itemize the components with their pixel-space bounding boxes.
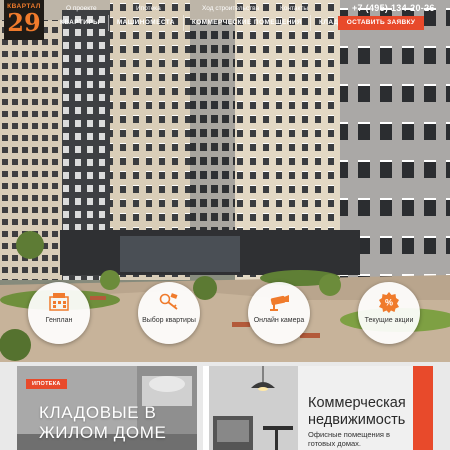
- discount-icon: %: [378, 291, 400, 313]
- mortgage-tag: ИПОТЕКА: [26, 379, 67, 389]
- page: КВАРТАЛ 29 О проекте Ипотека Ход строите…: [0, 0, 450, 450]
- promotions-label: Текущие акции: [364, 317, 414, 324]
- storage-banner[interactable]: ИПОТЕКА КЛАДОВЫЕ В ЖИЛОМ ДОМЕ: [17, 366, 197, 450]
- logo-number: 29: [7, 8, 41, 37]
- camera-icon: [268, 291, 290, 313]
- genplan-button[interactable]: Генплан: [28, 282, 90, 344]
- nav-item-apartments[interactable]: КВАРТИРЫ: [52, 15, 109, 31]
- keys-icon: [158, 291, 180, 313]
- online-camera-label: Онлайн камера: [253, 317, 305, 324]
- nav-item-commercial[interactable]: КОММЕРЧЕСКИЕ ПОМЕЩЕНИЯ: [184, 15, 312, 31]
- request-button[interactable]: ОСТАВИТЬ ЗАЯВКУ: [338, 16, 424, 30]
- phone-number[interactable]: +7 (495) 134-20-26: [352, 3, 435, 13]
- apartment-select-label: Выбор квартиры: [142, 317, 196, 324]
- topnav-item-contacts[interactable]: Контакты: [280, 5, 320, 12]
- genplan-icon: [48, 291, 70, 313]
- online-camera-button[interactable]: Онлайн камера: [248, 282, 310, 344]
- hero-section: КВАРТАЛ 29 О проекте Ипотека Ход строите…: [0, 0, 450, 362]
- commercial-banner-subtitle: Офисные помещения в готовых домах.: [308, 430, 391, 448]
- topnav-item-construction[interactable]: Ход строительства: [202, 5, 280, 12]
- apartment-select-button[interactable]: Выбор квартиры: [138, 282, 200, 344]
- topnav-item-about[interactable]: О проекте: [66, 5, 136, 12]
- genplan-label: Генплан: [45, 317, 73, 324]
- svg-text:%: %: [385, 298, 393, 308]
- topnav-item-mortgage[interactable]: Ипотека: [136, 5, 202, 12]
- nav-item-parking[interactable]: МАШИНОМЕСТА: [109, 15, 184, 31]
- logo[interactable]: КВАРТАЛ 29: [4, 0, 44, 40]
- commercial-banner-title: Коммерческая недвижимость: [308, 395, 406, 428]
- promotions-button[interactable]: % Текущие акции: [358, 282, 420, 344]
- commercial-banner[interactable]: Коммерческая недвижимость Офисные помеще…: [203, 366, 433, 450]
- top-nav: О проекте Ипотека Ход строительства Конт…: [66, 5, 320, 12]
- storage-banner-title: КЛАДОВЫЕ В ЖИЛОМ ДОМЕ: [39, 403, 167, 442]
